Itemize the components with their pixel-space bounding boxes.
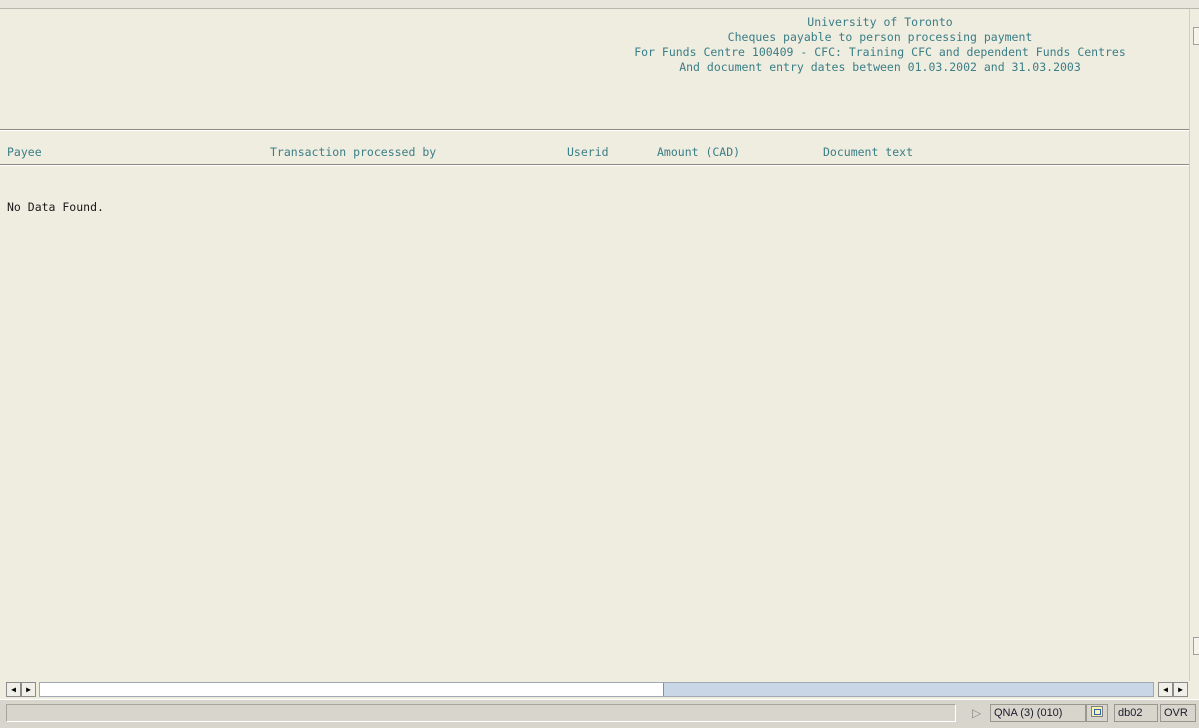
report-output-area: University of Toronto Cheques payable to… [0,9,1190,681]
status-system-info[interactable]: QNA (3) (010) [990,704,1086,722]
status-insert-mode[interactable]: OVR [1160,704,1196,722]
col-header-document-text: Document text [823,145,914,159]
status-bar: ▷ QNA (3) (010) db02 OVR [0,699,1199,728]
horizontal-scrollbar[interactable]: ◀ ▶ ◀ ▶ [6,682,1189,697]
edge-marker-bottom [1193,637,1199,655]
arrow-left-icon[interactable]: ◀ [1158,682,1173,697]
mode-label: OVR [1164,707,1188,719]
status-message-field [6,704,956,722]
window-top-border [0,0,1199,9]
col-header-payee: Payee [7,145,42,159]
arrow-right-icon[interactable]: ▶ [1173,682,1188,697]
report-header-line-4: And document entry dates between 01.03.2… [679,60,1081,74]
col-header-processed-by: Transaction processed by [270,145,437,159]
scroll-track[interactable] [39,682,1154,697]
edge-marker-top [1193,27,1199,45]
arrow-right-icon[interactable]: ▶ [21,682,36,697]
column-header-divider [0,164,1190,166]
status-server: db02 [1114,704,1158,722]
report-header-line-1: University of Toronto [807,15,953,29]
right-edge-strip [1189,9,1199,681]
col-header-userid: Userid [567,145,609,159]
report-header: University of Toronto Cheques payable to… [580,15,1180,75]
scroll-thumb[interactable] [40,683,664,696]
lock-icon[interactable] [1086,704,1108,722]
report-header-line-3: For Funds Centre 100409 - CFC: Training … [634,45,1126,59]
header-divider [0,129,1190,131]
play-icon[interactable]: ▷ [972,706,981,720]
arrow-left-icon[interactable]: ◀ [6,682,21,697]
report-header-line-2: Cheques payable to person processing pay… [727,30,1033,44]
server-label: db02 [1118,707,1143,719]
system-label: QNA (3) (010) [994,707,1063,719]
col-header-amount: Amount (CAD) [657,145,741,159]
no-data-message: No Data Found. [7,200,104,214]
